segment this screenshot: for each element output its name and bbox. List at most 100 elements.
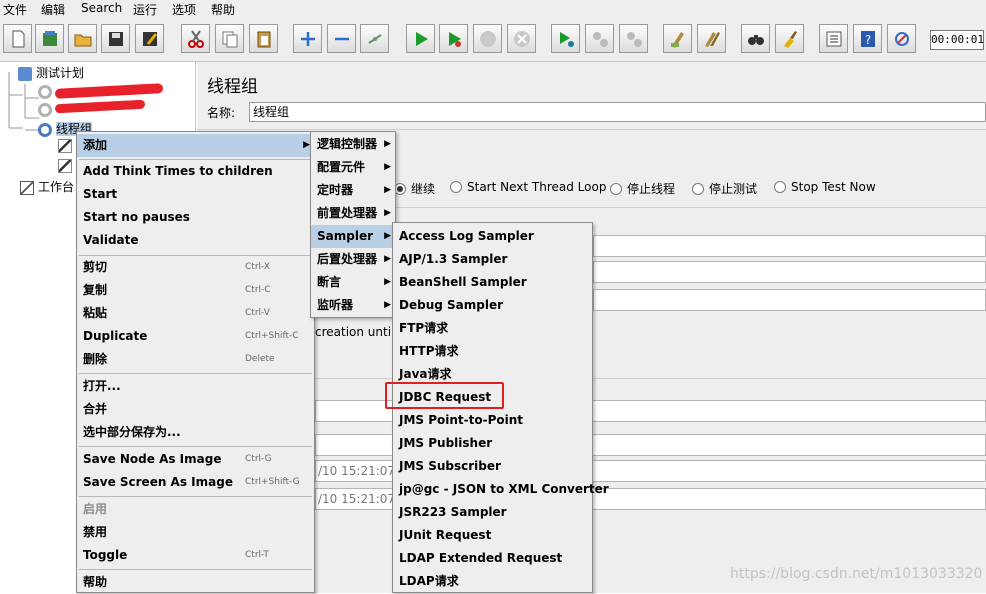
sampler-item-ftp[interactable]: FTP请求 [393, 317, 592, 340]
stop-icon[interactable] [473, 24, 502, 53]
menu-item-copy[interactable]: 复制 Ctrl-C [77, 279, 314, 302]
sampler-node-icon[interactable] [58, 138, 72, 153]
menu-search[interactable]: Search [81, 1, 122, 15]
sampler-item-junit[interactable]: JUnit Request [393, 524, 592, 547]
new-icon[interactable] [3, 24, 32, 53]
remote-shutdown-icon[interactable] [619, 24, 648, 53]
templates-icon[interactable] [35, 24, 64, 53]
submenu-item-listener[interactable]: 监听器 ▶ [311, 294, 395, 317]
sampler-item-debug[interactable]: Debug Sampler [393, 294, 592, 317]
submenu-arrow-icon: ▶ [384, 231, 391, 241]
menu-item-add-think-times[interactable]: Add Think Times to children [77, 160, 314, 183]
menu-help[interactable]: 帮助 [211, 1, 235, 18]
save-as-icon[interactable] [135, 24, 164, 53]
search-icon[interactable] [741, 24, 770, 53]
menu-item-enable[interactable]: 启用 [77, 498, 314, 521]
expand-icon[interactable] [293, 24, 322, 53]
name-field[interactable]: 线程组 [249, 102, 986, 122]
copy-icon[interactable] [215, 24, 244, 53]
menu-run[interactable]: 运行 [133, 1, 157, 18]
paste-icon[interactable] [249, 24, 278, 53]
reset-search-icon[interactable] [775, 24, 804, 53]
menu-item-save-node-image[interactable]: Save Node As Image Ctrl-G [77, 448, 314, 471]
radio-button-icon [450, 181, 462, 193]
remote-stop-icon[interactable] [585, 24, 614, 53]
menubar: 文件 编辑 Search 运行 选项 帮助 [0, 0, 986, 17]
radio-stop-thread[interactable]: 停止线程 [610, 180, 675, 197]
remote-start-icon[interactable] [551, 24, 580, 53]
menu-item-toggle[interactable]: Toggle Ctrl-T [77, 544, 314, 567]
sampler-item-http[interactable]: HTTP请求 [393, 340, 592, 363]
menu-item-help[interactable]: 帮助 [77, 571, 314, 594]
radio-continue[interactable]: 继续 [394, 180, 435, 197]
clear-icon[interactable] [663, 24, 692, 53]
menu-item-add[interactable]: 添加 ▶ [77, 134, 314, 157]
sampler-item-jms-publisher[interactable]: JMS Publisher [393, 432, 592, 455]
elapsed-timer: 00:00:01 [930, 30, 984, 50]
menu-item-validate[interactable]: Validate [77, 229, 314, 252]
radio-button-icon [774, 181, 786, 193]
start-no-pause-icon[interactable] [439, 24, 468, 53]
menu-separator [79, 446, 312, 447]
log-viewer-icon[interactable] [887, 24, 916, 53]
ramp-up-field[interactable] [593, 261, 986, 283]
sampler-node-icon[interactable] [58, 158, 72, 173]
toggle-icon[interactable] [360, 24, 389, 53]
submenu-item-sampler[interactable]: Sampler ▶ [311, 225, 395, 248]
sampler-item-beanshell[interactable]: BeanShell Sampler [393, 271, 592, 294]
shutdown-icon[interactable] [507, 24, 536, 53]
loop-count-field[interactable] [593, 289, 986, 311]
menu-options[interactable]: 选项 [172, 1, 196, 18]
start-icon[interactable] [406, 24, 435, 53]
sampler-item-ajp[interactable]: AJP/1.3 Sampler [393, 248, 592, 271]
menu-item-merge[interactable]: 合并 [77, 398, 314, 421]
submenu-arrow-icon: ▶ [384, 139, 391, 149]
sampler-item-json-to-xml[interactable]: jp@gc - JSON to XML Converter [393, 478, 609, 501]
sampler-item-jsr223[interactable]: JSR223 Sampler [393, 501, 592, 524]
sampler-item-ldap-extended[interactable]: LDAP Extended Request [393, 547, 592, 570]
menu-file[interactable]: 文件 [3, 1, 27, 18]
menu-item-disable[interactable]: 禁用 [77, 521, 314, 544]
menu-separator [79, 373, 312, 374]
sampler-item-jms-subscriber[interactable]: JMS Subscriber [393, 455, 592, 478]
menu-item-paste[interactable]: 粘贴 Ctrl-V [77, 302, 314, 325]
menu-item-start[interactable]: Start [77, 183, 314, 206]
context-menu: 添加 ▶ Add Think Times to children Start St… [76, 131, 315, 593]
menu-item-cut[interactable]: 剪切 Ctrl-X [77, 256, 314, 279]
submenu-item-assertion[interactable]: 断言 ▶ [311, 271, 395, 294]
submenu-item-post-processor[interactable]: 后置处理器 ▶ [311, 248, 395, 271]
help-icon[interactable]: ? [853, 24, 882, 53]
sampler-item-access-log[interactable]: Access Log Sampler [393, 225, 592, 248]
menu-item-save-selection[interactable]: 选中部分保存为... [77, 421, 314, 444]
menu-item-duplicate[interactable]: Duplicate Ctrl+Shift-C [77, 325, 314, 348]
tree-item-test-plan[interactable]: 测试计划 [18, 64, 84, 81]
open-icon[interactable] [68, 24, 97, 53]
menu-item-open[interactable]: 打开... [77, 375, 314, 398]
submenu-item-pre-processor[interactable]: 前置处理器 ▶ [311, 202, 395, 225]
tree-item-redacted-2[interactable] [38, 102, 52, 117]
radio-stop-test[interactable]: 停止测试 [692, 180, 757, 197]
radio-start-next-loop[interactable]: Start Next Thread Loop [450, 180, 606, 194]
submenu-item-timer[interactable]: 定时器 ▶ [311, 179, 395, 202]
workbench-icon [20, 180, 34, 195]
menu-item-save-screen-image[interactable]: Save Screen As Image Ctrl+Shift-G [77, 471, 314, 494]
save-icon[interactable] [101, 24, 130, 53]
cut-icon[interactable] [181, 24, 210, 53]
menu-separator [79, 569, 312, 570]
radio-stop-test-now[interactable]: Stop Test Now [774, 180, 876, 194]
menu-item-start-no-pauses[interactable]: Start no pauses [77, 206, 314, 229]
menu-separator [79, 496, 312, 497]
menu-item-delete[interactable]: 删除 Delete [77, 348, 314, 371]
submenu-item-config-element[interactable]: 配置元件 ▶ [311, 156, 395, 179]
menu-edit[interactable]: 编辑 [41, 1, 65, 18]
collapse-icon[interactable] [327, 24, 356, 53]
sampler-item-jms-point-to-point[interactable]: JMS Point-to-Point [393, 409, 592, 432]
function-helper-icon[interactable] [819, 24, 848, 53]
sampler-item-ldap[interactable]: LDAP请求 [393, 570, 592, 593]
clear-all-icon[interactable] [697, 24, 726, 53]
tree-item-workbench[interactable]: 工作台 [20, 178, 74, 195]
tree-item-redacted-1[interactable] [38, 84, 52, 99]
threads-field[interactable] [593, 235, 986, 257]
gear-icon [38, 102, 52, 117]
submenu-item-logic-controller[interactable]: 逻辑控制器 ▶ [311, 133, 395, 156]
